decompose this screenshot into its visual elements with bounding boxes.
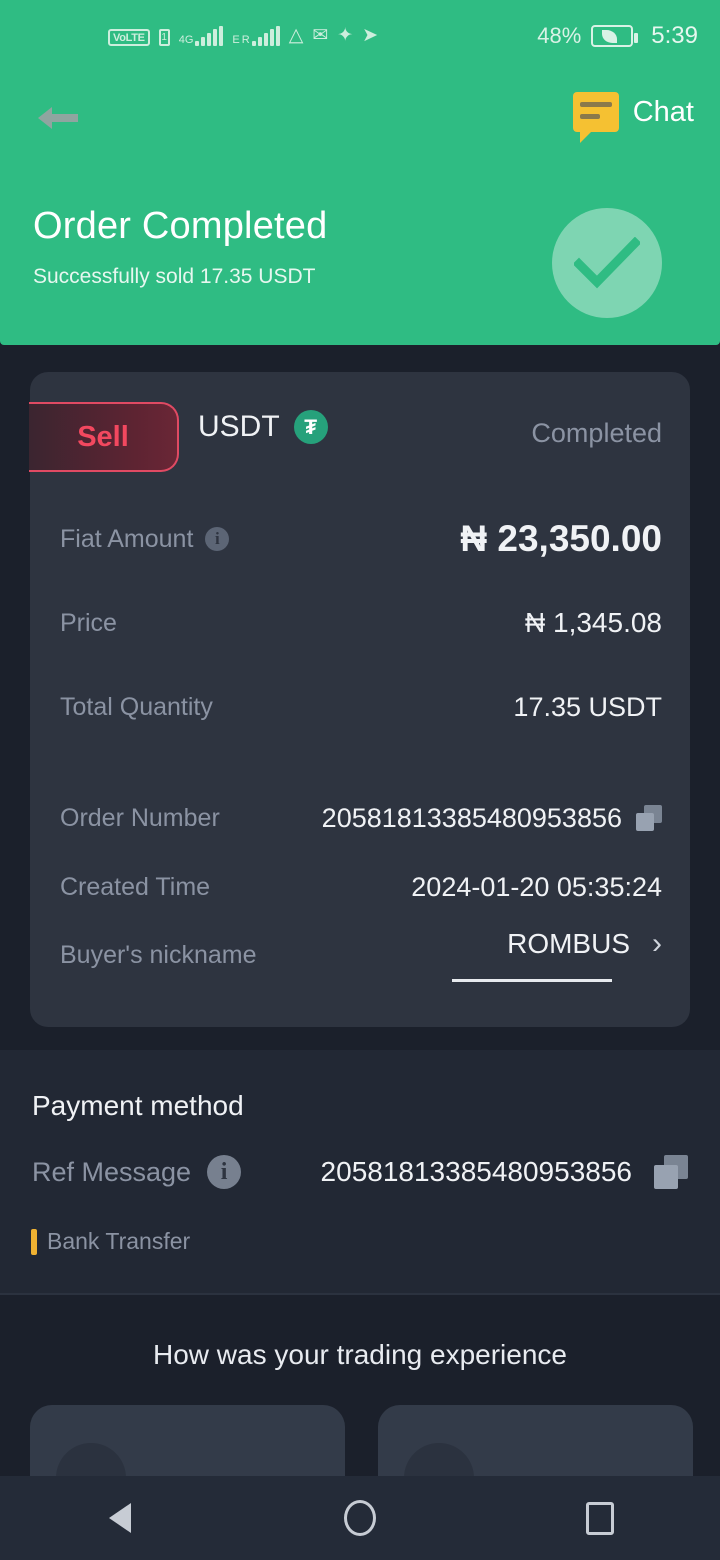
chat-button[interactable]: Chat [572, 92, 694, 143]
volte-icon: VoLTE [108, 29, 150, 46]
status-bar: VoLTE 1 4G E R △ ✉ ✦ ➤ 48% 5:39 [0, 0, 720, 72]
signal-roaming-icon: E R [232, 26, 280, 46]
chevron-right-icon[interactable]: › [652, 929, 662, 959]
bank-accent-bar [31, 1228, 37, 1255]
check-circle-icon [552, 208, 662, 318]
back-triangle-icon [109, 1503, 131, 1533]
row-value: 17.35 USDT [513, 691, 662, 722]
app-screen: VoLTE 1 4G E R △ ✉ ✦ ➤ 48% 5:39 Chat Ord… [0, 0, 720, 1560]
chat-bubble-icon [572, 92, 619, 143]
row-value: ₦ 1,345.08 [525, 607, 662, 638]
network-type-label: 4G [178, 34, 194, 46]
row-buyer-nickname[interactable]: Buyer's nickname ROMBUS › [30, 921, 690, 989]
system-home-button[interactable] [305, 1476, 415, 1560]
system-recents-button[interactable] [545, 1476, 655, 1560]
order-number-value: 20581813385480953856 [321, 802, 622, 833]
row-fiat-amount: Fiat Amount i ₦ 23,350.00 [30, 497, 690, 581]
page-title: Order Completed [33, 205, 328, 247]
row-label: Price [60, 608, 117, 637]
chat-label: Chat [632, 95, 694, 128]
order-detail-rows: Fiat Amount i ₦ 23,350.00 Price ₦ 1,345.… [30, 497, 690, 989]
row-created-time: Created Time 2024-01-20 05:35:24 [30, 853, 690, 921]
side-badge-sell: Sell [29, 402, 179, 472]
row-value: ₦ 23,350.00 [460, 518, 662, 559]
binance-icon: ✦ [337, 25, 354, 46]
buyer-nickname-underline [452, 979, 612, 982]
tether-icon: ₮ [293, 410, 328, 444]
payment-method-title: Payment method [32, 1090, 244, 1121]
row-label: Total Quantity [60, 692, 213, 721]
home-circle-icon [344, 1500, 376, 1536]
roaming-label-r: R [241, 34, 250, 46]
bank-transfer-row: Bank Transfer [31, 1228, 190, 1255]
ref-message-row: Ref Message i 20581813385480953856 [32, 1155, 688, 1189]
payment-method-section: Payment method Ref Message i 20581813385… [0, 1050, 720, 1295]
system-back-button[interactable] [65, 1476, 175, 1560]
row-divider-gap [30, 749, 690, 783]
row-label: Buyer's nickname [60, 940, 257, 969]
telegram-icon: ➤ [362, 25, 379, 46]
row-order-number: Order Number 20581813385480953856 [30, 783, 690, 853]
order-card-header: Sell USDT ₮ Completed [29, 402, 690, 472]
system-nav-bar [0, 1476, 720, 1560]
ref-message-value-wrap: 20581813385480953856 [321, 1155, 688, 1189]
mail-icon: ✉ [312, 25, 329, 46]
trading-experience-section: How was your trading experience [0, 1297, 720, 1515]
ref-message-value: 20581813385480953856 [320, 1156, 632, 1187]
row-label: Created Time [60, 872, 211, 901]
bank-transfer-label: Bank Transfer [47, 1228, 191, 1254]
recents-square-icon [586, 1501, 614, 1535]
battery-percent-label: 48% [537, 23, 582, 48]
signal-bars-2 [251, 26, 280, 46]
copy-icon[interactable] [636, 805, 662, 831]
sim-icon: 1 [158, 29, 170, 46]
status-bar-right: 48% 5:39 [537, 22, 698, 50]
back-arrow-icon[interactable] [36, 98, 80, 138]
row-total-quantity: Total Quantity 17.35 USDT [30, 665, 690, 749]
asset-label: USDT [198, 410, 280, 443]
row-label: Order Number [60, 803, 220, 832]
hero-subtitle: Successfully sold 17.35 USDT [33, 265, 316, 288]
green-header: VoLTE 1 4G E R △ ✉ ✦ ➤ 48% 5:39 Chat Ord… [0, 0, 720, 345]
info-icon[interactable]: i [207, 1155, 242, 1189]
signal-bars-1 [195, 26, 224, 46]
asset-block: USDT ₮ [198, 410, 328, 444]
assistant-icon: △ [288, 25, 304, 46]
order-summary-card: Sell USDT ₮ Completed Fiat Amount i ₦ 23… [29, 372, 690, 1027]
clock-label: 5:39 [651, 22, 698, 49]
hero-block: Order Completed Successfully sold 17.35 … [33, 205, 327, 289]
ref-message-label-wrap: Ref Message i [32, 1155, 242, 1189]
row-label: Fiat Amount i [60, 525, 230, 554]
info-icon[interactable]: i [205, 527, 230, 551]
signal-4g-icon: 4G [179, 26, 224, 46]
roaming-label-e: E [232, 34, 240, 46]
row-price: Price ₦ 1,345.08 [30, 581, 690, 665]
ref-message-label: Ref Message [32, 1156, 192, 1187]
buyer-nickname-wrap: ROMBUS › [452, 928, 662, 982]
status-bar-left-icons: VoLTE 1 4G E R △ ✉ ✦ ➤ [108, 26, 378, 46]
buyer-nickname-line: ROMBUS › [507, 928, 662, 960]
row-value: 2024-01-20 05:35:24 [411, 871, 662, 902]
row-value-wrap: 20581813385480953856 [322, 803, 662, 834]
app-nav-row: Chat [0, 86, 720, 152]
battery-eco-icon [591, 25, 639, 47]
trading-experience-title: How was your trading experience [153, 1339, 567, 1370]
side-badge-label: Sell [77, 420, 129, 453]
copy-icon[interactable] [654, 1155, 688, 1189]
buyer-nickname-value: ROMBUS [507, 928, 630, 959]
status-badge: Completed [531, 418, 662, 448]
